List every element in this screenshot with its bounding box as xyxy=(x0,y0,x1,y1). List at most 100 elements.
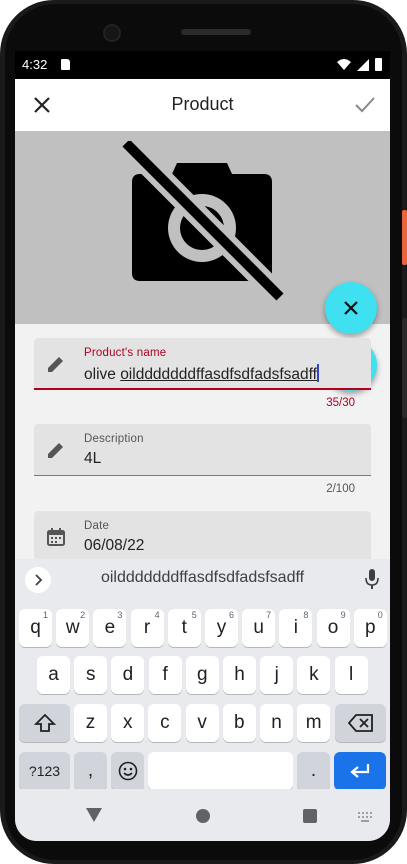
key-j[interactable]: j xyxy=(260,656,294,694)
key-z[interactable]: z xyxy=(74,704,107,742)
key-v[interactable]: v xyxy=(185,704,219,742)
key-m[interactable]: m xyxy=(297,704,331,742)
key-f-label: f xyxy=(162,664,168,685)
period-key[interactable]: . xyxy=(297,752,330,790)
key-h-label: h xyxy=(234,664,245,685)
key-g[interactable]: g xyxy=(185,656,219,694)
key-y[interactable]: y6 xyxy=(205,609,238,647)
shift-key[interactable] xyxy=(19,704,70,742)
key-l-label: l xyxy=(348,664,354,685)
sd-card-icon xyxy=(61,59,70,70)
battery-icon xyxy=(375,58,382,71)
no-photography-icon xyxy=(122,141,284,301)
key-q-label: q xyxy=(30,617,41,638)
key-r[interactable]: r4 xyxy=(130,609,164,647)
home-icon[interactable] xyxy=(196,809,210,823)
product-name-field[interactable]: Product's name olive oildddddddffasdfsdf… xyxy=(34,338,371,390)
product-name-composing-text: oildddddddffasdfsdfadsfsadff xyxy=(120,366,317,383)
key-o-label: o xyxy=(327,617,339,638)
earpiece-speaker xyxy=(181,29,251,35)
key-w-label: w xyxy=(65,617,80,638)
key-u[interactable]: u7 xyxy=(242,609,276,647)
clear-image-button[interactable] xyxy=(325,282,377,334)
back-icon[interactable] xyxy=(86,808,102,822)
key-u-hint: 7 xyxy=(266,610,272,620)
key-g-label: g xyxy=(197,664,208,685)
key-x-label: x xyxy=(122,712,133,733)
key-i-hint: 8 xyxy=(303,610,309,620)
word-suggestion[interactable]: oildddddddffasdfsdfadsfsadff xyxy=(15,569,390,587)
key-z-label: z xyxy=(85,712,96,733)
description-value[interactable]: 4L xyxy=(84,450,101,468)
key-h[interactable]: h xyxy=(223,656,256,694)
power-button xyxy=(402,210,407,265)
keyboard-switch-icon[interactable] xyxy=(358,812,372,822)
key-r-hint: 4 xyxy=(154,610,160,620)
key-q[interactable]: q1 xyxy=(19,609,52,647)
key-k[interactable]: k xyxy=(297,656,331,694)
product-image-area xyxy=(15,131,390,391)
key-k-label: k xyxy=(309,664,319,685)
symbols-key-label: ?123 xyxy=(28,763,61,779)
date-field[interactable]: Date 06/08/22 xyxy=(34,511,371,563)
comma-key[interactable]: , xyxy=(74,752,107,790)
emoji-key[interactable] xyxy=(111,752,144,790)
key-e[interactable]: e3 xyxy=(93,609,127,647)
date-label: Date xyxy=(84,520,110,532)
product-name-value[interactable]: olive oildddddddffasdfsdfadsfsadff xyxy=(84,364,319,384)
shift-icon xyxy=(33,713,56,732)
comma-key-label: , xyxy=(87,760,94,781)
key-s[interactable]: s xyxy=(74,656,108,694)
page-title: Product xyxy=(171,94,234,114)
system-nav-bar xyxy=(15,789,390,841)
date-value[interactable]: 06/08/22 xyxy=(84,537,144,555)
key-w[interactable]: w2 xyxy=(56,609,90,647)
key-t[interactable]: t5 xyxy=(167,609,201,647)
key-p[interactable]: p0 xyxy=(353,609,387,647)
backspace-icon xyxy=(347,714,373,732)
calendar-icon xyxy=(47,528,65,546)
recents-icon[interactable] xyxy=(303,809,317,823)
key-o-hint: 9 xyxy=(340,610,346,620)
mic-icon[interactable] xyxy=(365,568,379,590)
key-l[interactable]: l xyxy=(334,656,368,694)
volume-button xyxy=(402,318,407,418)
status-bar: 4:32 xyxy=(15,51,390,79)
product-name-label: Product's name xyxy=(84,347,167,359)
key-c[interactable]: c xyxy=(148,704,182,742)
key-a[interactable]: a xyxy=(37,656,70,694)
key-n[interactable]: n xyxy=(260,704,293,742)
description-field[interactable]: Description 4L xyxy=(34,424,371,476)
symbols-key[interactable]: ?123 xyxy=(19,752,70,790)
wifi-icon xyxy=(337,59,351,70)
pencil-icon xyxy=(48,357,63,372)
key-d[interactable]: d xyxy=(111,656,145,694)
description-counter: 2/100 xyxy=(326,483,355,495)
phone-frame: 4:32 Product Product's name olive oilddd… xyxy=(0,0,407,864)
status-time: 4:32 xyxy=(22,57,48,72)
enter-key[interactable] xyxy=(334,752,386,790)
key-n-label: n xyxy=(271,712,282,733)
key-o[interactable]: o9 xyxy=(316,609,350,647)
key-b[interactable]: b xyxy=(222,704,256,742)
key-t-label: t xyxy=(181,617,187,638)
front-camera xyxy=(103,24,121,42)
key-p-hint: 0 xyxy=(377,610,383,620)
key-y-hint: 6 xyxy=(228,610,234,620)
key-p-label: p xyxy=(365,617,376,638)
enter-icon xyxy=(350,764,370,778)
key-b-label: b xyxy=(234,712,245,733)
key-i[interactable]: i8 xyxy=(279,609,313,647)
key-d-label: d xyxy=(122,664,134,685)
key-v-label: v xyxy=(197,712,207,733)
key-x[interactable]: x xyxy=(111,704,145,742)
backspace-key[interactable] xyxy=(335,704,386,742)
key-f[interactable]: f xyxy=(148,656,182,694)
status-icons xyxy=(337,58,382,71)
check-icon[interactable] xyxy=(354,95,376,115)
close-icon xyxy=(344,301,358,315)
key-e-hint: 3 xyxy=(117,610,123,620)
text-cursor xyxy=(316,364,319,382)
key-w-hint: 2 xyxy=(80,610,86,620)
space-key[interactable] xyxy=(148,752,293,790)
